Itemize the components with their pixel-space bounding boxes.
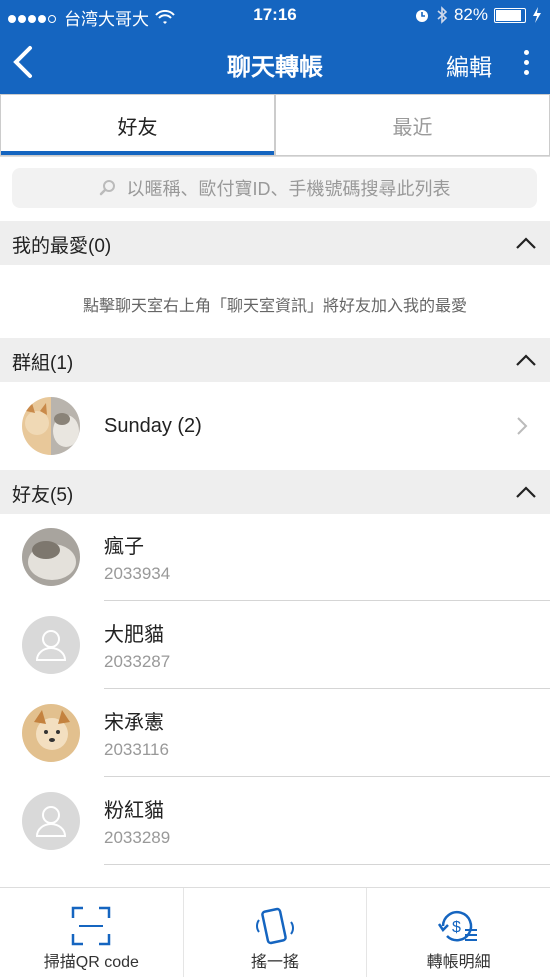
tab-recent[interactable]: 最近 <box>275 94 550 156</box>
friends-section-header[interactable]: 好友(5) <box>0 470 550 514</box>
groups-label: 群組(1) <box>12 353 74 374</box>
friend-row[interactable]: 大肥貓 2033287 <box>0 602 550 690</box>
bluetooth-icon <box>437 6 448 24</box>
transfer-history-label: 轉帳明細 <box>426 954 491 971</box>
tab-friends[interactable]: 好友 <box>0 94 275 156</box>
friend-name: 宋承憲 <box>104 712 164 734</box>
shake-label: 搖一搖 <box>251 954 300 971</box>
user-placeholder-icon <box>35 806 67 837</box>
friend-name: 瘋子 <box>104 536 144 558</box>
favorites-section-header[interactable]: 我的最愛(0) <box>0 221 550 265</box>
transfer-history-icon: $ <box>437 910 477 942</box>
search-placeholder: 以暱稱、歐付寶ID、手機號碼搜尋此列表 <box>126 179 451 199</box>
chevron-up-icon[interactable] <box>514 480 538 504</box>
friends-label: 好友(5) <box>12 485 74 506</box>
favorites-hint: 點擊聊天室右上角「聊天室資訊」將好友加入我的最愛 <box>82 298 467 315</box>
scan-qr-label: 掃描QR code <box>43 954 139 971</box>
search-input[interactable]: 以暱稱、歐付寶ID、手機號碼搜尋此列表 <box>12 168 537 208</box>
group-row[interactable]: Sunday (2) <box>0 382 550 470</box>
row-divider <box>104 864 550 865</box>
favorites-label: 我的最愛(0) <box>12 236 112 257</box>
friend-id: 2033116 <box>104 740 169 759</box>
friend-id: 2033289 <box>104 828 171 847</box>
group-avatar <box>22 397 80 455</box>
chevron-up-icon[interactable] <box>514 348 538 372</box>
friend-name: 大肥貓 <box>104 624 164 646</box>
search-icon <box>99 180 115 196</box>
friend-avatar <box>22 704 80 762</box>
battery-percent: 82% <box>453 5 488 24</box>
friend-id: 2033934 <box>104 564 171 583</box>
shake-phone-icon <box>256 907 294 945</box>
chevron-up-icon[interactable] <box>514 231 538 255</box>
more-options-icon[interactable] <box>524 50 532 80</box>
status-bar: 台湾大哥大 17:16 82% <box>0 0 550 30</box>
groups-section-header[interactable]: 群組(1) <box>0 338 550 382</box>
edit-button[interactable]: 編輯 <box>446 48 492 82</box>
svg-text:$: $ <box>452 919 461 936</box>
group-name: Sunday (2) <box>104 415 202 437</box>
friend-avatar <box>22 792 80 850</box>
tab-bar: 好友 最近 <box>0 94 550 157</box>
friend-row[interactable]: 粉紅貓 2033289 <box>0 778 550 866</box>
friend-row[interactable]: 瘋子 2033934 <box>0 514 550 602</box>
shake-button[interactable]: 搖一搖 <box>182 888 367 977</box>
charging-icon <box>533 7 541 23</box>
alarm-icon <box>415 10 428 22</box>
chevron-right-icon <box>517 417 528 435</box>
battery-icon <box>494 7 526 23</box>
bottom-action-bar: 掃描QR code 搖一搖 $ 轉帳明細 <box>0 887 550 977</box>
app-header: 聊天轉帳 編輯 <box>0 30 550 94</box>
friend-avatar <box>22 616 80 674</box>
friend-avatar <box>22 528 80 586</box>
transfer-history-button[interactable]: $ 轉帳明細 <box>366 888 550 977</box>
row-divider <box>104 600 550 601</box>
qr-scan-icon <box>72 906 111 946</box>
user-placeholder-icon <box>35 630 67 661</box>
friend-row[interactable]: 宋承憲 2033116 <box>0 690 550 778</box>
scan-qr-button[interactable]: 掃描QR code <box>0 888 183 977</box>
friend-id: 2033287 <box>104 652 171 671</box>
friend-name: 粉紅貓 <box>104 800 164 822</box>
row-divider <box>104 776 550 777</box>
row-divider <box>104 688 550 689</box>
status-right: 82% <box>414 5 542 25</box>
